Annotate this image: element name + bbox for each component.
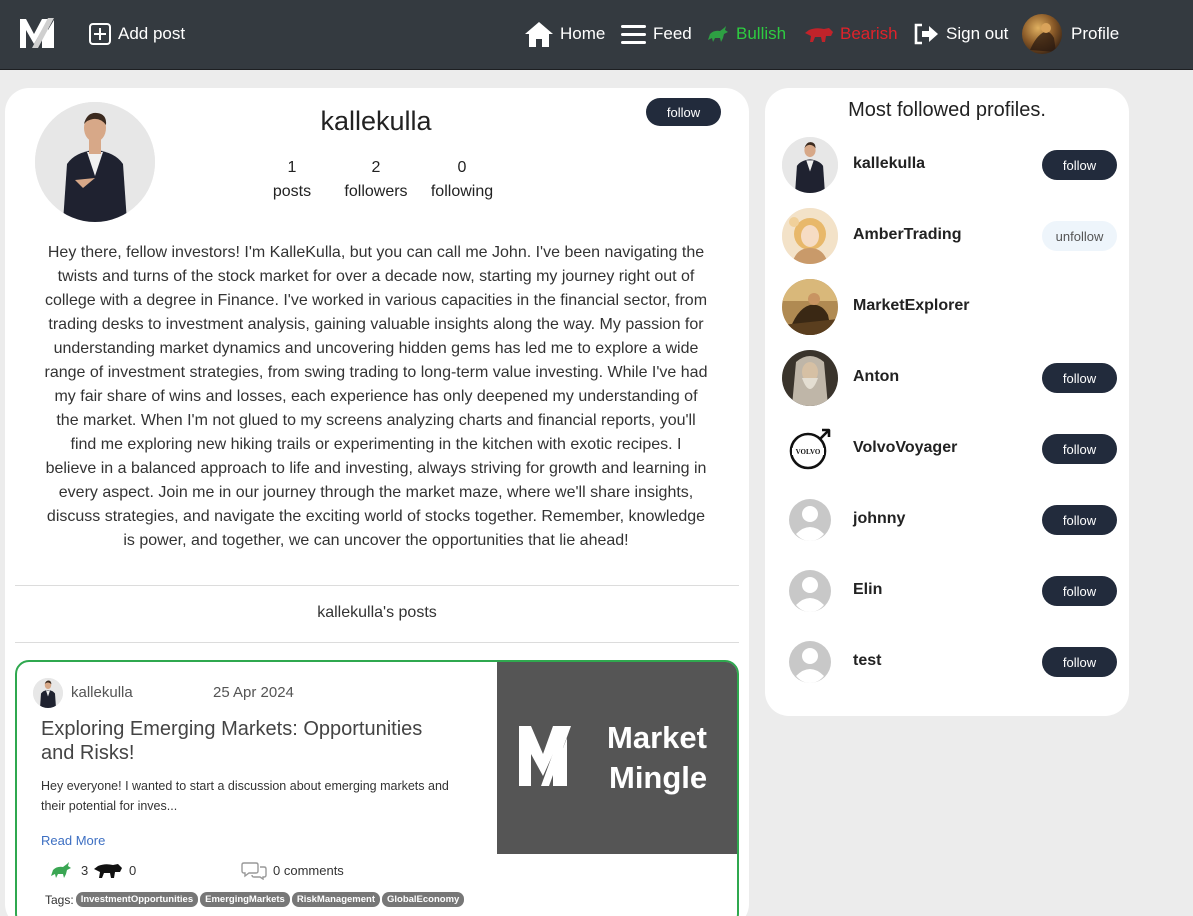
feed-label: Feed — [653, 24, 692, 43]
post-author-avatar — [33, 678, 63, 708]
profile-row-kallekulla[interactable]: kallekulla follow — [782, 137, 1118, 193]
feed-link[interactable]: Feed — [620, 20, 692, 48]
profile-row-elin[interactable]: Elin follow — [782, 563, 1118, 619]
followers-label: followers — [344, 183, 408, 200]
follow-button[interactable]: follow — [646, 98, 721, 126]
divider — [15, 585, 739, 586]
posts-label: posts — [272, 183, 312, 200]
profile-name[interactable]: Elin — [853, 581, 882, 599]
posts-heading: kallekulla's posts — [317, 604, 437, 621]
post-image-line1: Market — [607, 720, 707, 755]
follow-button[interactable]: follow — [1042, 363, 1117, 393]
unfollow-button[interactable]: unfollow — [1042, 221, 1117, 251]
profile-name[interactable]: Anton — [853, 368, 899, 386]
post-tags: Tags: InvestmentOpportunities EmergingMa… — [45, 892, 465, 907]
bullish-reaction[interactable]: 3 — [47, 860, 88, 880]
home-link[interactable]: Home — [524, 20, 605, 48]
user-avatar — [35, 102, 155, 222]
post-image: Market Mingle — [497, 662, 737, 854]
posts-count: 1 — [287, 159, 297, 176]
tag-badge[interactable]: GlobalEconomy — [382, 892, 465, 907]
post-author[interactable]: kallekulla — [71, 684, 133, 701]
profile-name[interactable]: VolvoVoyager — [853, 439, 957, 457]
add-post-link[interactable]: Add post — [88, 20, 185, 48]
sign-out-link[interactable]: Sign out — [912, 20, 1008, 48]
profile-card: kallekulla follow 1 posts 2 followers 0 … — [5, 88, 749, 916]
profile-username: kallekulla — [320, 106, 432, 136]
menu-icon — [621, 25, 646, 44]
profile-name[interactable]: AmberTrading — [853, 226, 961, 244]
sign-out-icon — [914, 23, 938, 45]
default-avatar-icon — [782, 563, 838, 619]
default-avatar-icon — [782, 492, 838, 548]
avatar — [782, 279, 838, 335]
comments-icon — [241, 862, 267, 880]
bearish-link[interactable]: Bearish — [804, 20, 898, 48]
bearish-count: 0 — [129, 862, 137, 878]
tag-badge[interactable]: RiskManagement — [291, 892, 380, 907]
avatar — [782, 208, 838, 264]
profile-row-anton[interactable]: Anton follow — [782, 350, 1118, 406]
profile-name[interactable]: MarketExplorer — [853, 297, 970, 315]
profile-link[interactable]: Profile — [1022, 14, 1119, 54]
market-mingle-logo[interactable] — [18, 14, 58, 52]
home-label: Home — [560, 24, 606, 43]
profile-name[interactable]: johnny — [853, 510, 905, 528]
profile-row-johnny[interactable]: johnny follow — [782, 492, 1118, 548]
tags-label: Tags: — [45, 892, 74, 907]
plus-square-icon — [89, 23, 111, 45]
volvo-logo-icon: VOLVO — [782, 421, 838, 477]
post-image-line2: Mingle — [609, 760, 707, 795]
sign-out-label: Sign out — [946, 24, 1009, 43]
post-card[interactable]: kallekulla 25 Apr 2024 Exploring Emergin… — [15, 660, 739, 916]
bear-icon — [94, 864, 122, 878]
bear-icon — [805, 28, 833, 42]
add-post-label: Add post — [118, 24, 186, 43]
profile-name[interactable]: test — [853, 652, 881, 670]
volvo-logo-text: VOLVO — [796, 448, 821, 456]
tag-badge[interactable]: InvestmentOpportunities — [75, 892, 199, 907]
followers-stat[interactable]: 2 followers — [336, 156, 416, 204]
home-icon — [525, 22, 553, 47]
followers-count: 2 — [371, 159, 381, 176]
profile-name[interactable]: kallekulla — [853, 155, 925, 173]
profile-row-test[interactable]: test follow — [782, 634, 1118, 690]
comments-link[interactable]: 0 comments — [241, 860, 344, 880]
profile-row-volvovoyager[interactable]: VOLVO VolvoVoyager follow — [782, 421, 1118, 477]
profile-bio: Hey there, fellow investors! I'm KalleKu… — [44, 244, 708, 549]
follow-button[interactable]: follow — [1042, 647, 1117, 677]
post-date: 25 Apr 2024 — [213, 684, 294, 701]
following-label: following — [430, 183, 494, 200]
bull-icon — [708, 26, 728, 42]
avatar — [782, 137, 838, 193]
bullish-count: 3 — [81, 862, 89, 878]
bullish-link[interactable]: Bullish — [706, 20, 786, 48]
most-followed-title: Most followed profiles. — [848, 99, 1046, 121]
top-navbar: Add post Home Feed Bullish Bearish Sign … — [0, 0, 1193, 70]
most-followed-panel: Most followed profiles. kallekulla follo… — [765, 88, 1129, 716]
read-more-link[interactable]: Read More — [41, 833, 105, 848]
profile-row-ambertrading[interactable]: AmberTrading unfollow — [782, 208, 1118, 264]
comments-count: 0 comments — [273, 862, 344, 878]
posts-stat[interactable]: 1 posts — [262, 156, 322, 204]
following-count: 0 — [457, 159, 467, 176]
default-avatar-icon — [782, 634, 838, 690]
post-excerpt: Hey everyone! I wanted to start a discus… — [41, 779, 449, 813]
post-title[interactable]: Exploring Emerging Markets: Opportunitie… — [41, 717, 451, 765]
avatar — [782, 350, 838, 406]
bull-icon — [51, 862, 71, 878]
bearish-reaction[interactable]: 0 — [93, 860, 136, 880]
following-stat[interactable]: 0 following — [422, 156, 502, 204]
follow-button[interactable]: follow — [1042, 150, 1117, 180]
follow-button[interactable]: follow — [1042, 576, 1117, 606]
follow-button[interactable]: follow — [1042, 505, 1117, 535]
tag-badge[interactable]: EmergingMarkets — [200, 892, 290, 907]
profile-avatar — [1022, 14, 1062, 54]
divider — [15, 642, 739, 643]
bullish-label: Bullish — [736, 24, 787, 43]
profile-label: Profile — [1071, 24, 1120, 43]
follow-button[interactable]: follow — [1042, 434, 1117, 464]
profile-row-marketexplorer[interactable]: MarketExplorer — [782, 279, 1118, 335]
bearish-label: Bearish — [840, 24, 898, 43]
